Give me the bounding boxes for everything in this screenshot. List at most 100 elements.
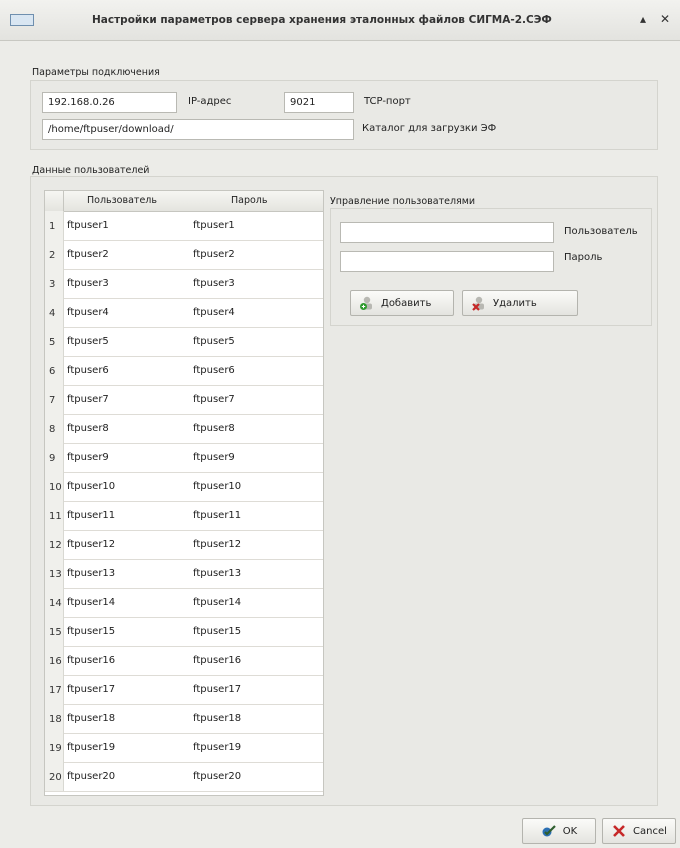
user-cell[interactable]: ftpuser11: [67, 510, 115, 521]
row-header[interactable]: 10: [45, 472, 64, 501]
table-row[interactable]: 13 ftpuser13 ftpuser13: [45, 559, 323, 589]
user-cell[interactable]: ftpuser7: [67, 394, 109, 405]
table-row[interactable]: 3 ftpuser3 ftpuser3: [45, 269, 323, 299]
row-header[interactable]: 4: [45, 298, 64, 327]
password-cell[interactable]: ftpuser18: [193, 713, 241, 724]
user-cell[interactable]: ftpuser20: [67, 771, 115, 782]
row-header[interactable]: 1: [45, 211, 64, 240]
table-row[interactable]: 19 ftpuser19 ftpuser19: [45, 733, 323, 763]
table-row[interactable]: 11 ftpuser11 ftpuser11: [45, 501, 323, 531]
row-header[interactable]: 17: [45, 675, 64, 704]
row-header[interactable]: 8: [45, 414, 64, 443]
user-cell[interactable]: ftpuser18: [67, 713, 115, 724]
table-row[interactable]: 8 ftpuser8 ftpuser8: [45, 414, 323, 444]
row-header[interactable]: 13: [45, 559, 64, 588]
column-header-user[interactable]: Пользователь: [87, 195, 157, 206]
row-header[interactable]: 12: [45, 530, 64, 559]
row-number: 3: [49, 279, 56, 290]
tcp-port-label: TCP-порт: [364, 96, 411, 107]
row-number: 15: [49, 627, 62, 638]
user-cell[interactable]: ftpuser12: [67, 539, 115, 550]
row-header[interactable]: 15: [45, 617, 64, 646]
password-cell[interactable]: ftpuser1: [193, 220, 235, 231]
user-cell[interactable]: ftpuser2: [67, 249, 109, 260]
user-cell[interactable]: ftpuser16: [67, 655, 115, 666]
close-button[interactable]: ✕: [660, 12, 670, 26]
collapse-button[interactable]: ▴: [640, 12, 646, 26]
user-cell[interactable]: ftpuser14: [67, 597, 115, 608]
row-header[interactable]: 6: [45, 356, 64, 385]
password-cell[interactable]: ftpuser2: [193, 249, 235, 260]
row-header[interactable]: 11: [45, 501, 64, 530]
password-cell[interactable]: ftpuser11: [193, 510, 241, 521]
user-cell[interactable]: ftpuser10: [67, 481, 115, 492]
user-cell[interactable]: ftpuser13: [67, 568, 115, 579]
new-password-field[interactable]: [340, 251, 554, 272]
password-cell[interactable]: ftpuser17: [193, 684, 241, 695]
password-cell[interactable]: ftpuser9: [193, 452, 235, 463]
row-header[interactable]: 16: [45, 646, 64, 675]
cancel-button[interactable]: Cancel: [602, 818, 676, 844]
row-header[interactable]: 7: [45, 385, 64, 414]
ip-address-field[interactable]: [42, 92, 177, 113]
user-cell[interactable]: ftpuser1: [67, 220, 109, 231]
table-row[interactable]: 17 ftpuser17 ftpuser17: [45, 675, 323, 705]
table-row[interactable]: 16 ftpuser16 ftpuser16: [45, 646, 323, 676]
password-cell[interactable]: ftpuser5: [193, 336, 235, 347]
management-group-label: Управление пользователями: [330, 196, 476, 207]
password-cell[interactable]: ftpuser8: [193, 423, 235, 434]
password-cell[interactable]: ftpuser20: [193, 771, 241, 782]
password-cell[interactable]: ftpuser13: [193, 568, 241, 579]
password-cell[interactable]: ftpuser16: [193, 655, 241, 666]
new-password-label: Пароль: [564, 252, 603, 263]
download-dir-field[interactable]: [42, 119, 354, 140]
new-user-field[interactable]: [340, 222, 554, 243]
password-cell[interactable]: ftpuser19: [193, 742, 241, 753]
users-table[interactable]: Пользователь Пароль 1 ftpuser1 ftpuser1 2 ft…: [44, 190, 324, 796]
table-row[interactable]: 18 ftpuser18 ftpuser18: [45, 704, 323, 734]
table-row[interactable]: 15 ftpuser15 ftpuser15: [45, 617, 323, 647]
user-cell[interactable]: ftpuser5: [67, 336, 109, 347]
table-row[interactable]: 20 ftpuser20 ftpuser20: [45, 762, 323, 792]
row-number: 11: [49, 511, 62, 522]
password-cell[interactable]: ftpuser12: [193, 539, 241, 550]
ok-button[interactable]: OK: [522, 818, 596, 844]
password-cell[interactable]: ftpuser7: [193, 394, 235, 405]
table-row[interactable]: 6 ftpuser6 ftpuser6: [45, 356, 323, 386]
table-row[interactable]: 10 ftpuser10 ftpuser10: [45, 472, 323, 502]
user-cell[interactable]: ftpuser17: [67, 684, 115, 695]
row-header[interactable]: 5: [45, 327, 64, 356]
password-cell[interactable]: ftpuser6: [193, 365, 235, 376]
user-cell[interactable]: ftpuser4: [67, 307, 109, 318]
column-header-password[interactable]: Пароль: [231, 195, 267, 206]
user-cell[interactable]: ftpuser19: [67, 742, 115, 753]
user-cell[interactable]: ftpuser6: [67, 365, 109, 376]
delete-user-button[interactable]: Удалить: [462, 290, 578, 316]
password-cell[interactable]: ftpuser14: [193, 597, 241, 608]
row-header[interactable]: 20: [45, 762, 64, 791]
row-header[interactable]: 9: [45, 443, 64, 472]
table-row[interactable]: 14 ftpuser14 ftpuser14: [45, 588, 323, 618]
password-cell[interactable]: ftpuser3: [193, 278, 235, 289]
row-header[interactable]: 14: [45, 588, 64, 617]
password-cell[interactable]: ftpuser10: [193, 481, 241, 492]
user-cell[interactable]: ftpuser9: [67, 452, 109, 463]
row-header[interactable]: 19: [45, 733, 64, 762]
table-row[interactable]: 9 ftpuser9 ftpuser9: [45, 443, 323, 473]
row-header[interactable]: 3: [45, 269, 64, 298]
user-cell[interactable]: ftpuser8: [67, 423, 109, 434]
user-cell[interactable]: ftpuser3: [67, 278, 109, 289]
table-row[interactable]: 4 ftpuser4 ftpuser4: [45, 298, 323, 328]
tcp-port-field[interactable]: [284, 92, 354, 113]
table-row[interactable]: 1 ftpuser1 ftpuser1: [45, 211, 323, 241]
table-row[interactable]: 12 ftpuser12 ftpuser12: [45, 530, 323, 560]
password-cell[interactable]: ftpuser4: [193, 307, 235, 318]
table-row[interactable]: 7 ftpuser7 ftpuser7: [45, 385, 323, 415]
password-cell[interactable]: ftpuser15: [193, 626, 241, 637]
table-row[interactable]: 2 ftpuser2 ftpuser2: [45, 240, 323, 270]
table-row[interactable]: 5 ftpuser5 ftpuser5: [45, 327, 323, 357]
row-header[interactable]: 18: [45, 704, 64, 733]
add-user-button[interactable]: Добавить: [350, 290, 454, 316]
row-header[interactable]: 2: [45, 240, 64, 269]
user-cell[interactable]: ftpuser15: [67, 626, 115, 637]
